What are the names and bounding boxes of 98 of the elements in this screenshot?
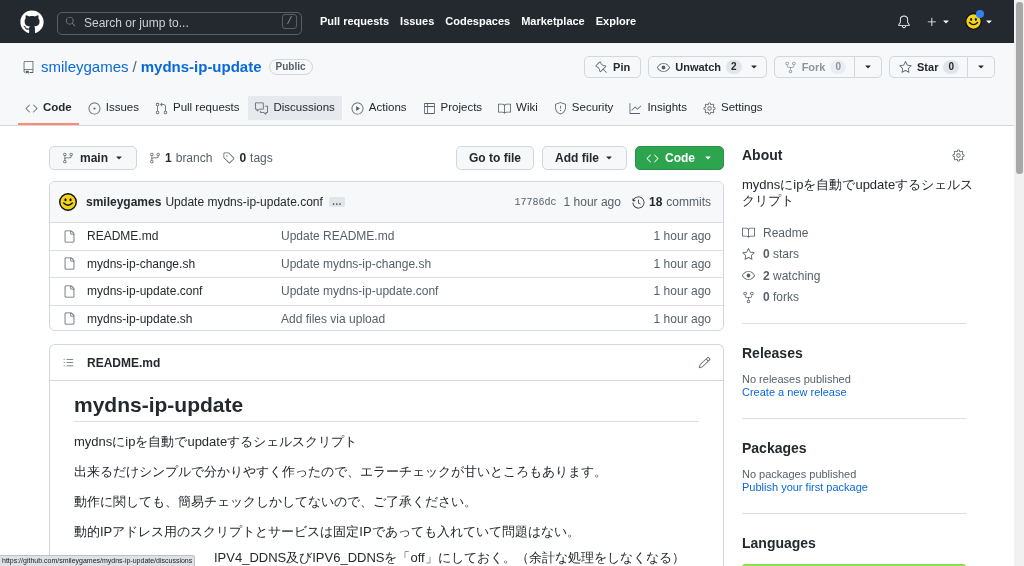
repo-tab[interactable]: Issues bbox=[80, 90, 146, 125]
commit-sha-link[interactable]: 17786dc bbox=[514, 194, 557, 210]
eye-icon bbox=[742, 269, 755, 283]
scrollbar-thumb[interactable] bbox=[1015, 2, 1023, 174]
pencil-icon[interactable] bbox=[698, 356, 711, 369]
repo-owner-link[interactable]: smileygames bbox=[41, 55, 129, 79]
file-name-link[interactable]: mydns-ip-update.conf bbox=[87, 282, 203, 301]
create-release-link[interactable]: Create a new release bbox=[742, 386, 847, 399]
repo-tab[interactable]: Wiki bbox=[491, 90, 545, 125]
tag-icon bbox=[223, 152, 236, 164]
releases-heading: Releases bbox=[742, 345, 803, 361]
file-time: 1 hour ago bbox=[653, 228, 711, 246]
repo-tab[interactable]: Security bbox=[546, 90, 621, 125]
book-icon bbox=[498, 101, 512, 115]
count-badge: 0 bbox=[943, 60, 959, 74]
file-time: 1 hour ago bbox=[653, 283, 711, 301]
readme-paragraph: 動的IPアドレス用のスクリプトとサービスは固定IPであっても入れていて問題はない。 bbox=[74, 523, 580, 541]
repo-tab[interactable]: Code bbox=[18, 90, 79, 125]
settings-icon[interactable] bbox=[952, 148, 965, 162]
repo-tab[interactable]: Projects bbox=[415, 90, 490, 125]
empty-note: No packages published bbox=[742, 468, 857, 481]
pin-icon bbox=[595, 60, 609, 74]
languages-heading: Languages bbox=[742, 535, 816, 551]
count-badge: 2 bbox=[726, 60, 742, 74]
nav-link[interactable]: Marketplace bbox=[521, 13, 585, 30]
repo-description: mydnsにipを自動でupdateするシェルスクリプト bbox=[742, 177, 974, 209]
readme-filename: README.md bbox=[87, 354, 161, 372]
watch-button[interactable]: Unwatch 2 bbox=[648, 56, 767, 78]
eye-icon bbox=[657, 60, 671, 74]
search-icon bbox=[65, 16, 76, 27]
file-name-link[interactable]: README.md bbox=[87, 227, 159, 246]
publish-package-link[interactable]: Publish your first package bbox=[742, 481, 868, 494]
pin-button[interactable]: Pin bbox=[584, 56, 642, 78]
about-link[interactable]: 0 stars bbox=[742, 243, 800, 265]
commit-message-link[interactable]: Update mydns-ip-update.conf bbox=[281, 282, 439, 301]
pull-request-icon bbox=[155, 101, 168, 115]
about-link[interactable]: Readme bbox=[742, 222, 809, 244]
star-icon bbox=[899, 60, 913, 74]
repo-tab[interactable]: Insights bbox=[622, 90, 694, 125]
fork-icon bbox=[742, 290, 755, 304]
go-to-file-button[interactable]: Go to file bbox=[456, 146, 534, 170]
commit-author-link[interactable]: smileygames bbox=[86, 193, 162, 211]
settings-icon bbox=[703, 101, 716, 115]
user-menu-button[interactable] bbox=[965, 13, 994, 30]
file-name-link[interactable]: mydns-ip-change.sh bbox=[87, 254, 196, 273]
list-icon[interactable] bbox=[62, 356, 75, 369]
github-logo-icon[interactable] bbox=[20, 9, 44, 34]
history-icon bbox=[631, 195, 645, 209]
about-link[interactable]: 2 watching bbox=[742, 265, 821, 287]
table-icon bbox=[422, 101, 436, 115]
about-link[interactable]: 0 forks bbox=[742, 286, 800, 308]
commit-time: 1 hour ago bbox=[563, 194, 621, 211]
add-file-button[interactable]: Add file bbox=[542, 146, 627, 170]
readme-paragraph: 動作に関しても、簡易チェックしかしてないので、ご了承ください。 bbox=[74, 493, 477, 511]
path-separator: / bbox=[132, 56, 137, 77]
file-time: 1 hour ago bbox=[653, 310, 711, 328]
commit-message-link[interactable]: Update mydns-ip-update.conf bbox=[165, 193, 323, 211]
commit-message-link[interactable]: Add files via upload bbox=[281, 309, 386, 328]
star-icon bbox=[742, 247, 755, 261]
repo-tab[interactable]: Actions bbox=[343, 90, 414, 125]
file-time: 1 hour ago bbox=[653, 255, 711, 273]
bell-icon[interactable] bbox=[897, 14, 911, 29]
book-icon bbox=[742, 226, 755, 240]
readme-paragraph: 出来るだけシンプルで分かりやすく作ったので、エラーチェックが甘いところもあります。 bbox=[74, 463, 607, 481]
shield-icon bbox=[553, 101, 567, 115]
nav-link[interactable]: Codespaces bbox=[445, 13, 511, 30]
file-name-link[interactable]: mydns-ip-update.sh bbox=[87, 309, 193, 328]
repo-name-link[interactable]: mydns-ip-update bbox=[140, 55, 262, 79]
branches-link[interactable]: 1 branch bbox=[149, 149, 213, 167]
empty-note: No releases published bbox=[742, 373, 851, 386]
smiley-avatar-icon bbox=[59, 193, 77, 211]
nav-link[interactable]: Pull requests bbox=[320, 13, 390, 30]
fork-icon bbox=[783, 60, 797, 74]
readme-heading: mydns-ip-update bbox=[74, 393, 699, 422]
scrollbar[interactable] bbox=[1014, 0, 1024, 566]
branch-icon bbox=[149, 152, 161, 164]
star-button[interactable]: Star 0 bbox=[889, 56, 968, 78]
branch-select[interactable]: main bbox=[49, 146, 137, 170]
tags-link[interactable]: 0 tags bbox=[223, 149, 273, 167]
commit-message-link[interactable]: Update README.md bbox=[281, 227, 395, 246]
branch-icon bbox=[62, 152, 74, 164]
star-menu-button[interactable] bbox=[968, 56, 995, 78]
count-badge: 0 bbox=[830, 60, 847, 74]
play-icon bbox=[350, 101, 364, 115]
packages-heading: Packages bbox=[742, 440, 807, 456]
repo-tab[interactable]: Settings bbox=[696, 90, 770, 125]
readme-paragraph: mydnsにipを自動でupdateするシェルスクリプト bbox=[74, 433, 358, 451]
expand-message-button[interactable]: … bbox=[328, 197, 345, 207]
readme-paragraph: IPV4_DDNS及びIPV6_DDNSを「off」にしておく。（余計な処理をしなくなる） bbox=[214, 550, 685, 566]
shortcut-key: / bbox=[282, 14, 297, 29]
nav-link[interactable]: Issues bbox=[400, 13, 435, 30]
speech-bubbles-icon bbox=[255, 101, 269, 115]
about-heading: About bbox=[742, 145, 783, 165]
nav-link[interactable]: Explore bbox=[595, 13, 637, 30]
repo-tab[interactable]: Pull requests bbox=[148, 90, 247, 125]
commits-link[interactable]: 18 commits bbox=[631, 193, 711, 211]
repo-icon bbox=[22, 60, 35, 74]
commit-message-link[interactable]: Update mydns-ip-change.sh bbox=[281, 254, 432, 273]
